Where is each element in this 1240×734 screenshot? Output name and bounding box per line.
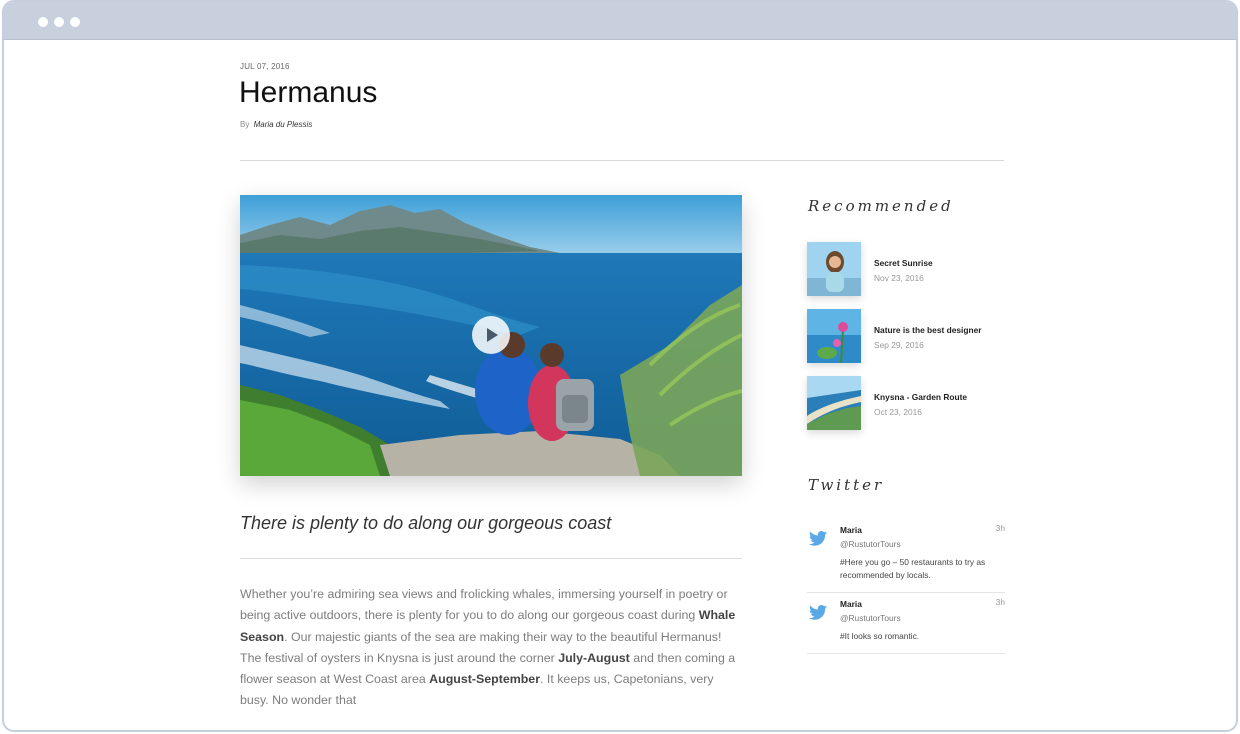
byline: By Maria du Plessis <box>240 120 312 129</box>
tweet-text: #Here you go – 50 restaurants to try as … <box>840 557 986 580</box>
window-control-dot[interactable] <box>54 17 64 27</box>
recommended-date: Nov 23, 2016 <box>874 273 924 283</box>
body-text-segment: Whether you’re admiring sea views and fr… <box>240 587 728 623</box>
recommended-thumbnail <box>807 376 861 430</box>
highlight-august-september: August-September <box>429 672 541 687</box>
recommended-date: Oct 23, 2016 <box>874 407 922 417</box>
author-link[interactable]: Maria du Plessis <box>254 120 313 129</box>
post-date: JUL 07, 2016 <box>240 62 290 71</box>
tweet-author: Maria <box>840 525 862 535</box>
recommended-title: Secret Sunrise <box>874 258 933 268</box>
tweet-handle[interactable]: @RustutorTours <box>840 539 901 549</box>
recommended-thumbnail <box>807 309 861 363</box>
highlight-july-august: July-August <box>558 650 630 665</box>
tweet-time: 3h <box>995 523 1005 533</box>
tweet-handle[interactable]: @RustutorTours <box>840 613 901 623</box>
browser-window: JUL 07, 2016 Hermanus By Maria du Plessi… <box>2 0 1238 732</box>
recommended-title: Knysna - Garden Route <box>874 392 968 402</box>
post-title: Hermanus <box>239 76 378 109</box>
tweet-time: 3h <box>995 597 1005 607</box>
twitter-bird-icon <box>809 605 827 620</box>
recommended-thumbnail <box>807 242 861 296</box>
post-body: Whether you’re admiring sea views and fr… <box>240 584 742 712</box>
video-player[interactable] <box>240 195 742 476</box>
recommended-item[interactable]: Secret Sunrise Nov 23, 2016 <box>807 242 1007 298</box>
tweet-item[interactable]: Maria @RustutorTours 3h #Here you go – 5… <box>807 521 1005 593</box>
post-subtitle: There is plenty to do along our gorgeous… <box>240 513 612 533</box>
divider <box>240 160 1004 161</box>
tweet-item[interactable]: Maria @RustutorTours 3h #It looks so rom… <box>807 595 1005 654</box>
window-titlebar <box>4 2 1236 40</box>
recommended-title: Nature is the best designer <box>874 325 982 335</box>
window-control-dot[interactable] <box>38 17 48 27</box>
twitter-bird-icon <box>809 531 827 546</box>
twitter-heading: Twitter <box>808 476 885 494</box>
tweet-text: #It looks so romantic. <box>840 631 920 641</box>
recommended-item[interactable]: Knysna - Garden Route Oct 23, 2016 <box>807 376 1007 432</box>
recommended-date: Sep 29, 2016 <box>874 340 924 350</box>
play-button[interactable] <box>472 316 510 354</box>
recommended-heading: Recommended <box>808 197 954 215</box>
divider <box>240 558 742 559</box>
tweet-author: Maria <box>840 599 862 609</box>
recommended-item[interactable]: Nature is the best designer Sep 29, 2016 <box>807 309 1007 365</box>
byline-label: By <box>240 120 250 129</box>
window-control-dot[interactable] <box>70 17 80 27</box>
page-content: JUL 07, 2016 Hermanus By Maria du Plessi… <box>4 40 1236 730</box>
